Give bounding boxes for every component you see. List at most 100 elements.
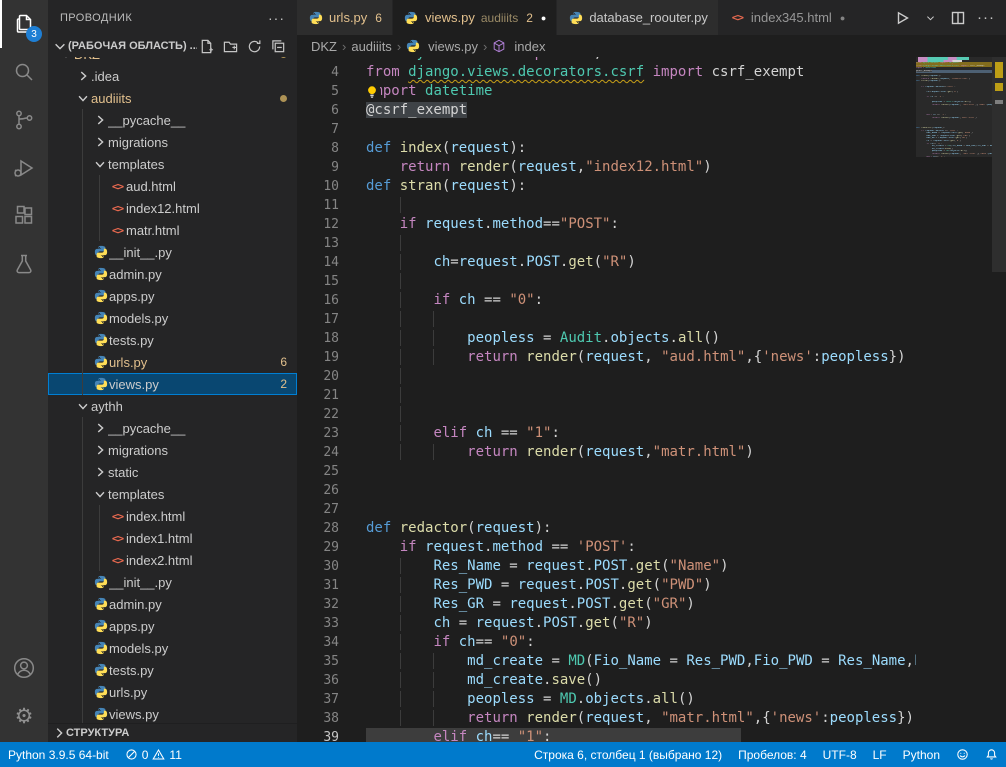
tree-folder-aythh[interactable]: aythh	[48, 395, 297, 417]
tree-folder-templates[interactable]: templates	[48, 153, 297, 175]
indent-guide	[99, 549, 100, 571]
indent-guide	[82, 219, 83, 241]
tab-problems-badge: 2	[526, 11, 533, 25]
line-number: 39	[297, 728, 339, 742]
python-file-icon	[92, 354, 109, 370]
overview-ruler[interactable]	[992, 57, 1006, 742]
indent-guide	[82, 505, 83, 527]
new-file-icon[interactable]	[197, 37, 215, 55]
status-cursor-position[interactable]: Строка 6, столбец 1 (выбрано 12)	[526, 742, 730, 767]
activity-testing-icon[interactable]	[0, 240, 48, 288]
tree-file-index-html[interactable]: <>index.html	[48, 505, 297, 527]
status-encoding[interactable]: UTF-8	[815, 742, 865, 767]
code-line-8: 8def index(request):	[297, 139, 916, 158]
dirty-indicator-dot[interactable]: ●	[541, 13, 546, 23]
tree-file-apps-py[interactable]: apps.py	[48, 285, 297, 307]
run-icon[interactable]	[890, 6, 914, 30]
code-editor[interactable]: 3from aythh.models import MD,Audit4from …	[297, 57, 916, 742]
tree-file-urls-py[interactable]: urls.py	[48, 681, 297, 703]
breadcrumb-item-dkz[interactable]: DKZ	[311, 39, 337, 54]
tree-item-label: tests.py	[109, 333, 297, 348]
tree-file-views-py[interactable]: views.py2	[48, 373, 297, 395]
indent-guide	[99, 175, 100, 197]
activity-search-icon[interactable]	[0, 48, 48, 96]
line-number: 28	[297, 519, 339, 538]
html-file-icon: <>	[109, 508, 126, 524]
activity-settings-gear-icon[interactable]: ⚙	[0, 692, 48, 740]
activity-account-icon[interactable]	[0, 644, 48, 692]
tree-folder-audiiits[interactable]: audiiits	[48, 87, 297, 109]
problems-status[interactable]: 0 11	[117, 742, 190, 767]
notifications-bell-icon[interactable]	[977, 742, 1006, 767]
indent-guide	[82, 527, 83, 549]
run-dropdown-icon[interactable]	[918, 6, 942, 30]
problems-badge: 6	[280, 355, 297, 369]
editor-scrollbar[interactable]	[992, 57, 1006, 272]
line-number: 5	[297, 82, 339, 101]
python-file-icon	[92, 662, 109, 678]
indent-guide	[82, 483, 83, 505]
tree-folder-migrations[interactable]: migrations	[48, 131, 297, 153]
feedback-smiley-icon[interactable]	[948, 742, 977, 767]
breadcrumb-item-audiiits[interactable]: audiiits	[351, 39, 391, 54]
status-eol[interactable]: LF	[865, 742, 895, 767]
split-editor-icon[interactable]	[946, 6, 970, 30]
breadcrumb-separator: ›	[397, 39, 401, 54]
tree-folder--pycache-[interactable]: __pycache__	[48, 417, 297, 439]
status-indentation[interactable]: Пробелов: 4	[730, 742, 815, 767]
tree-file-models-py[interactable]: models.py	[48, 637, 297, 659]
tab-views-py[interactable]: views.pyaudiiits2●	[393, 0, 557, 35]
minimap[interactable]: from aythh.models import MD,Auditfrom dj…	[916, 57, 992, 742]
tree-item-label: aythh	[91, 399, 297, 414]
tree-folder-migrations[interactable]: migrations	[48, 439, 297, 461]
tree-file-tests-py[interactable]: tests.py	[48, 659, 297, 681]
workspace-section-header[interactable]: (РАБОЧАЯ ОБЛАСТЬ) ...	[48, 35, 297, 57]
tree-file-index2-html[interactable]: <>index2.html	[48, 549, 297, 571]
tab-index345-html[interactable]: <>index345.html●	[719, 0, 856, 35]
tree-item-label: apps.py	[109, 619, 297, 634]
status-language-mode[interactable]: Python	[895, 742, 948, 767]
tree-file--init-py[interactable]: __init__.py	[48, 241, 297, 263]
tree-file-views-py[interactable]: views.py	[48, 703, 297, 725]
tab-urls-py[interactable]: urls.py6	[297, 0, 393, 35]
activity-extensions-icon[interactable]	[0, 192, 48, 240]
code-line-26: 26	[297, 481, 916, 500]
tree-file-index1-html[interactable]: <>index1.html	[48, 527, 297, 549]
collapse-all-icon[interactable]	[269, 37, 287, 55]
tree-file-aud-html[interactable]: <>aud.html	[48, 175, 297, 197]
explorer-more-actions-icon[interactable]: ···	[268, 10, 285, 26]
tree-file-index12-html[interactable]: <>index12.html	[48, 197, 297, 219]
tree-folder-templates[interactable]: templates	[48, 483, 297, 505]
activity-explorer-icon[interactable]: 3	[0, 0, 48, 48]
activity-bar: 3 ⚙	[0, 0, 48, 742]
activity-run-debug-icon[interactable]	[0, 144, 48, 192]
python-interpreter-status[interactable]: Python 3.9.5 64-bit	[0, 742, 117, 767]
tree-file-tests-py[interactable]: tests.py	[48, 329, 297, 351]
lightbulb-icon[interactable]	[364, 84, 380, 100]
breadcrumb-item-views-py[interactable]: views.py	[406, 39, 478, 54]
tree-folder--pycache-[interactable]: __pycache__	[48, 109, 297, 131]
code-line-4: 4from django.views.decorators.csrf impor…	[297, 63, 916, 82]
activity-badge: 3	[26, 26, 42, 42]
activity-source-control-icon[interactable]	[0, 96, 48, 144]
modified-dot	[280, 95, 287, 102]
tree-file-models-py[interactable]: models.py	[48, 307, 297, 329]
code-line-25: 25	[297, 462, 916, 481]
tree-file-apps-py[interactable]: apps.py	[48, 615, 297, 637]
tree-folder--idea[interactable]: .idea	[48, 65, 297, 87]
tree-file-matr-html[interactable]: <>matr.html	[48, 219, 297, 241]
new-folder-icon[interactable]	[221, 37, 239, 55]
tree-folder-static[interactable]: static	[48, 461, 297, 483]
code-line-37: 37 peopless = MD.objects.all()	[297, 690, 916, 709]
tree-file--init-py[interactable]: __init__.py	[48, 571, 297, 593]
code-line-22: 22	[297, 405, 916, 424]
refresh-icon[interactable]	[245, 37, 263, 55]
more-actions-icon[interactable]: ···	[974, 6, 998, 30]
breadcrumb-item-index[interactable]: index	[492, 39, 545, 54]
tree-file-admin-py[interactable]: admin.py	[48, 263, 297, 285]
tab-database-roouter-py[interactable]: database_roouter.py	[557, 0, 719, 35]
outline-section-header[interactable]: СТРУКТУРА	[48, 723, 297, 742]
tree-file-urls-py[interactable]: urls.py6	[48, 351, 297, 373]
python-file-icon	[307, 10, 324, 26]
tree-file-admin-py[interactable]: admin.py	[48, 593, 297, 615]
